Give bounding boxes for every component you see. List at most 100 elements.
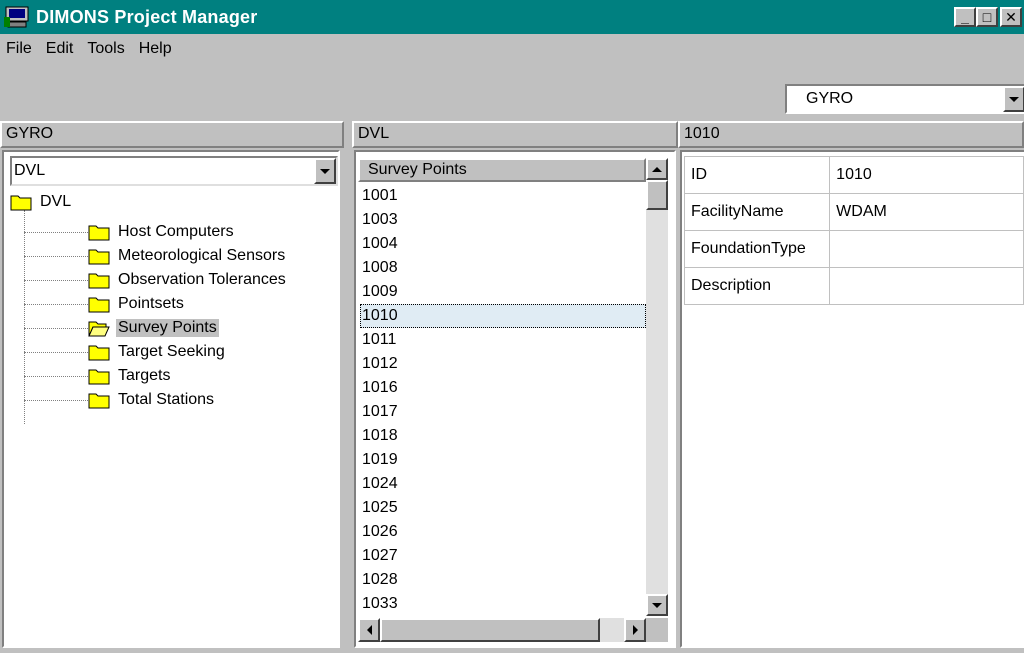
- property-key: Description: [683, 267, 831, 305]
- list-item[interactable]: 1003: [360, 208, 646, 232]
- menu-help[interactable]: Help: [139, 40, 172, 58]
- menu-edit[interactable]: Edit: [46, 40, 74, 58]
- project-selector[interactable]: GYRO: [785, 84, 1024, 114]
- horizontal-scrollbar[interactable]: [358, 618, 646, 642]
- list-item[interactable]: 1016: [360, 376, 646, 400]
- tree-connector: [24, 352, 92, 353]
- property-row: ID 1010: [683, 156, 1024, 194]
- list-item[interactable]: 1033: [360, 592, 646, 616]
- vertical-scroll-thumb[interactable]: [646, 180, 668, 210]
- tree-node-label: Target Seeking: [118, 343, 225, 360]
- list-item[interactable]: 1009: [360, 280, 646, 304]
- menu-file[interactable]: File: [6, 40, 32, 58]
- maximize-icon: □: [982, 9, 992, 25]
- menu-tools[interactable]: Tools: [87, 40, 124, 58]
- tree-node-label: DVL: [40, 193, 72, 210]
- scroll-up-button[interactable]: [646, 158, 668, 180]
- title-bar[interactable]: DIMONS Project Manager _ □ ✕: [0, 0, 1024, 34]
- folder-icon: [88, 369, 110, 385]
- left-pane-header: GYRO: [0, 121, 344, 148]
- list-item[interactable]: 1024: [360, 472, 646, 496]
- tree-node-total-stations[interactable]: Total Stations: [88, 388, 216, 412]
- list-item[interactable]: 1017: [360, 400, 646, 424]
- tree-node-pointsets[interactable]: Pointsets: [88, 292, 186, 316]
- tree-node-label: Meteorological Sensors: [118, 247, 286, 264]
- survey-points-pane: Survey Points 1001 1003 1004 1008 1009 1…: [354, 150, 676, 648]
- close-button[interactable]: ✕: [1000, 7, 1022, 27]
- close-icon: ✕: [1005, 9, 1017, 25]
- property-row: Description: [683, 267, 1024, 305]
- open-folder-icon: [88, 321, 110, 337]
- chevron-down-icon: [1009, 96, 1019, 102]
- column-header-survey-points[interactable]: Survey Points: [358, 158, 646, 182]
- category-selector-value: DVL: [14, 162, 46, 179]
- tree-connector: [24, 304, 92, 305]
- tree-node-target-seeking[interactable]: Target Seeking: [88, 340, 227, 364]
- tree-node-label: Pointsets: [118, 295, 184, 312]
- tree-node-label: Total Stations: [118, 391, 215, 408]
- tree-node-label: Observation Tolerances: [118, 271, 286, 288]
- property-value[interactable]: WDAM: [829, 193, 1024, 231]
- project-selector-dropdown-button[interactable]: [1003, 86, 1024, 112]
- list-item[interactable]: 1012: [360, 352, 646, 376]
- horizontal-scroll-thumb[interactable]: [380, 618, 600, 642]
- list-item[interactable]: 1027: [360, 544, 646, 568]
- tree-node-observation-tolerances[interactable]: Observation Tolerances: [88, 268, 288, 292]
- minimize-button[interactable]: _: [954, 7, 976, 27]
- tree-node-label: Survey Points: [116, 319, 219, 337]
- right-pane-header: 1010: [678, 121, 1024, 148]
- tree-connector: [24, 328, 92, 329]
- tree-connector: [24, 232, 92, 233]
- vertical-scrollbar[interactable]: [646, 158, 668, 616]
- list-item[interactable]: 1004: [360, 232, 646, 256]
- property-value[interactable]: [829, 230, 1024, 268]
- folder-icon: [88, 225, 110, 241]
- survey-points-list: 1001 1003 1004 1008 1009 1010 1011 1012 …: [360, 184, 646, 616]
- property-value[interactable]: 1010: [829, 156, 1024, 194]
- folder-icon: [88, 345, 110, 361]
- list-item[interactable]: 1008: [360, 256, 646, 280]
- tree-pane: DVL DVL Host Computers Meteorological Se…: [2, 150, 340, 648]
- chevron-down-icon: [652, 602, 662, 608]
- minimize-icon: _: [961, 9, 969, 25]
- list-item[interactable]: 1011: [360, 328, 646, 352]
- list-item[interactable]: 1026: [360, 520, 646, 544]
- properties-table: ID 1010 FacilityName WDAM FoundationType…: [683, 156, 1024, 305]
- maximize-button[interactable]: □: [976, 7, 998, 27]
- scroll-down-button[interactable]: [646, 594, 668, 616]
- tree-node-survey-points[interactable]: Survey Points: [88, 316, 219, 340]
- tree-node-host-computers[interactable]: Host Computers: [88, 220, 236, 244]
- property-key: FacilityName: [683, 193, 831, 231]
- property-key: ID: [683, 156, 831, 194]
- folder-icon: [10, 195, 32, 211]
- list-item-selected[interactable]: 1010: [360, 304, 646, 328]
- property-value[interactable]: [829, 267, 1024, 305]
- scroll-right-button[interactable]: [624, 618, 646, 642]
- tree-node-dvl[interactable]: DVL: [10, 190, 73, 214]
- tree-node-targets[interactable]: Targets: [88, 364, 172, 388]
- category-selector[interactable]: DVL: [10, 156, 338, 186]
- chevron-right-icon: [632, 625, 638, 635]
- list-item[interactable]: 1025: [360, 496, 646, 520]
- folder-icon: [88, 249, 110, 265]
- property-row: FacilityName WDAM: [683, 193, 1024, 231]
- folder-icon: [88, 393, 110, 409]
- tree-connector: [24, 376, 92, 377]
- property-row: FoundationType: [683, 230, 1024, 268]
- tree-node-label: Host Computers: [118, 223, 234, 240]
- project-selector-value: GYRO: [806, 90, 854, 107]
- list-item[interactable]: 1028: [360, 568, 646, 592]
- scrollbar-corner: [646, 618, 668, 642]
- chevron-down-icon: [320, 168, 330, 174]
- tree-connector: [24, 280, 92, 281]
- list-item[interactable]: 1001: [360, 184, 646, 208]
- scroll-left-button[interactable]: [358, 618, 380, 642]
- chevron-left-icon: [366, 625, 372, 635]
- tree-node-label: Targets: [118, 367, 171, 384]
- tree-connector: [24, 210, 25, 424]
- list-item[interactable]: 1018: [360, 424, 646, 448]
- tree-node-meteorological-sensors[interactable]: Meteorological Sensors: [88, 244, 287, 268]
- category-selector-dropdown-button[interactable]: [314, 158, 336, 184]
- list-item[interactable]: 1019: [360, 448, 646, 472]
- middle-pane-header: DVL: [352, 121, 678, 148]
